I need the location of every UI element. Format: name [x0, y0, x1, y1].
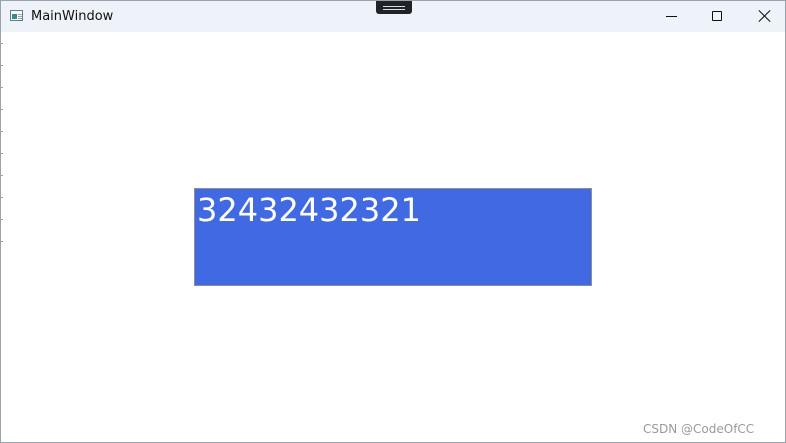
maximize-button[interactable]	[695, 1, 741, 32]
maximize-icon	[712, 11, 722, 21]
drag-handle-icon[interactable]	[376, 1, 412, 14]
close-icon	[757, 9, 771, 23]
window-edge	[1, 43, 3, 253]
minimize-button[interactable]	[649, 1, 695, 32]
close-button[interactable]	[741, 1, 785, 32]
title-bar[interactable]: MainWindow	[1, 1, 785, 32]
content-area: 32432432321 CSDN @CodeOfCC	[1, 32, 785, 442]
textbox-value: 32432432321	[197, 191, 421, 229]
window-title: MainWindow	[31, 9, 114, 24]
minimize-icon	[666, 16, 677, 17]
watermark-text: CSDN @CodeOfCC	[643, 422, 755, 436]
blue-textbox[interactable]: 32432432321	[194, 188, 592, 286]
window-icon	[10, 10, 23, 21]
main-window: MainWindow 32432432321 CSDN @CodeOfCC	[0, 0, 786, 443]
